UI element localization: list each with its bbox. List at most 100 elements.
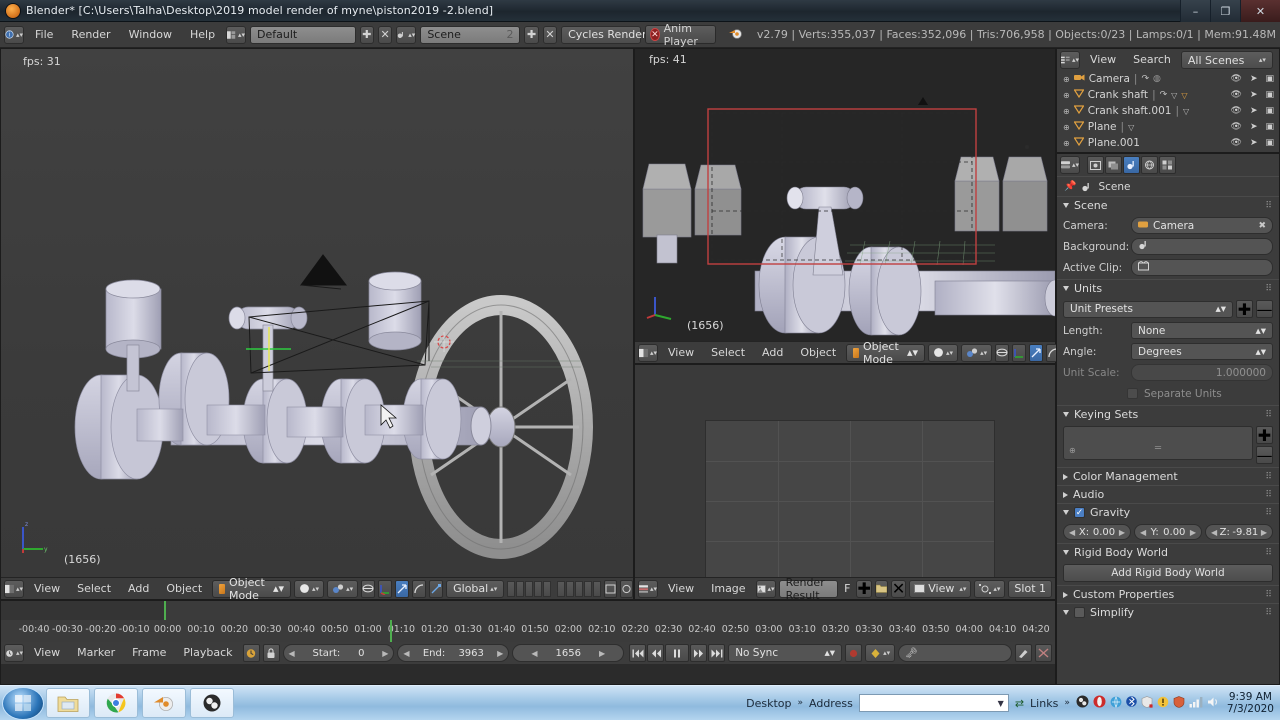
viewport-shading-selector[interactable]: ▴▾ <box>294 579 325 598</box>
section-scene-header[interactable]: Scene ⠿ <box>1057 196 1279 214</box>
section-custom-properties-header[interactable]: Custom Properties ⠿ <box>1057 585 1279 603</box>
renderability-camera-icon[interactable]: ▣ <box>1265 106 1274 116</box>
viewport-right-pivot-selector[interactable]: ▴▾ <box>961 343 993 362</box>
scene-active-clip-field[interactable] <box>1131 259 1273 276</box>
selectability-arrow-icon[interactable]: ➤ <box>1250 74 1258 84</box>
pivot-point-selector[interactable]: ▴▾ <box>327 579 359 598</box>
keying-sets-list[interactable]: ⊕ ═ <box>1063 426 1253 460</box>
renderability-camera-icon[interactable]: ▣ <box>1265 122 1274 132</box>
outliner-item-crank-shaft-001[interactable]: ⊕ Crank shaft.001 | ▽ 👁 ➤ ▣ <box>1057 103 1279 119</box>
add-preset-icon[interactable]: ✚ <box>1236 300 1253 319</box>
renderability-camera-icon[interactable]: ▣ <box>1265 90 1274 100</box>
layer-cell[interactable] <box>507 580 516 597</box>
simplify-checkbox[interactable] <box>1074 607 1085 618</box>
unit-presets-selector[interactable]: Unit Presets ▴▾ <box>1063 300 1233 318</box>
section-simplify-header[interactable]: Simplify ⠿ <box>1057 603 1279 621</box>
layer-cell[interactable] <box>557 580 566 597</box>
end-frame-field[interactable]: ◀ End: 3963 ▶ <box>397 644 510 662</box>
scale-manipulator-icon[interactable] <box>429 579 444 598</box>
timeline-editor[interactable]: -00:40 -00:30 -00:20 -00:10 00:00 00:10 00:20 0… <box>0 600 1056 685</box>
viewport-right-menu-select[interactable]: Select <box>704 344 752 362</box>
add-rigid-body-world-button[interactable]: Add Rigid Body World <box>1063 564 1273 582</box>
image-render-pass-icon[interactable]: ▴▾ <box>974 579 1006 598</box>
menu-help[interactable]: Help <box>183 26 222 44</box>
selectability-arrow-icon[interactable]: ➤ <box>1250 122 1258 132</box>
render-engine-selector[interactable]: Cycles Render ▴▾ <box>561 25 656 44</box>
timeline-menu-view[interactable]: View <box>27 644 67 662</box>
outliner-menu-view[interactable]: View <box>1083 51 1123 69</box>
scene-background-field[interactable] <box>1131 238 1273 255</box>
viewport-3d-left[interactable]: fps: 31 z y (1656) ▴▾ View Select Add Ob… <box>0 48 651 602</box>
selectability-arrow-icon[interactable]: ➤ <box>1250 106 1258 116</box>
image-browse-icon[interactable]: ▴▾ <box>755 579 776 598</box>
lock-time-icon[interactable] <box>262 644 280 662</box>
drag-grip-icon[interactable]: ⠿ <box>1265 490 1273 500</box>
list-grip-icon[interactable]: ═ <box>1155 443 1161 454</box>
tray-bluetooth-icon[interactable] <box>1126 695 1137 711</box>
taskbar-address-input[interactable]: ▼ <box>858 694 1009 712</box>
outliner-item-plane-001[interactable]: ⊕ Plane.001 👁 ➤ ▣ <box>1057 135 1279 151</box>
gravity-checkbox[interactable]: ✓ <box>1074 507 1085 518</box>
animation-data-icon[interactable]: ↷ <box>1160 90 1168 100</box>
viewport-left-menu-view[interactable]: View <box>27 580 67 598</box>
visibility-eye-icon[interactable]: 👁 <box>1231 106 1242 116</box>
section-units-header[interactable]: Units ⠿ <box>1057 279 1279 297</box>
increment-arrow-icon[interactable]: ▶ <box>497 649 503 658</box>
outliner-tree[interactable]: ⊕ Camera | ↷ ◍ 👁 ➤ ▣ ⊕ Crank shaft | ↷ ▽… <box>1057 71 1279 151</box>
renderability-camera-icon[interactable]: ▣ <box>1265 138 1274 148</box>
proportional-edit-right-icon[interactable] <box>995 343 1010 362</box>
editor-type-info-icon[interactable]: i ▴▾ <box>4 25 24 44</box>
anim-player-button[interactable]: ✕ Anim Player <box>645 22 716 48</box>
new-scene-icon[interactable]: ✚ <box>524 25 539 44</box>
mesh-data-icon[interactable]: ▽ <box>1183 107 1189 116</box>
layer-cell[interactable] <box>575 580 584 597</box>
viewport-3d-left-canvas[interactable]: fps: 31 z y (1656) <box>1 49 633 579</box>
decrement-arrow-icon[interactable]: ◀ <box>403 649 409 658</box>
timeline-menu-frame[interactable]: Frame <box>125 644 173 662</box>
clear-camera-icon[interactable]: ✖ <box>1258 221 1266 231</box>
increment-arrow-icon[interactable]: ▶ <box>1261 528 1267 537</box>
manipulator-toggle-right-icon[interactable] <box>1012 343 1027 362</box>
taskbar-address-go-icon[interactable]: ⇄ <box>1015 697 1024 710</box>
auto-keyframe-icon[interactable] <box>242 644 260 662</box>
drag-grip-icon[interactable]: ⠿ <box>1265 590 1273 600</box>
layer-cell[interactable] <box>593 580 602 597</box>
modifier-icon[interactable]: ▽ <box>1181 91 1187 100</box>
viewport-left-mode-selector[interactable]: Object Mode ▴▾ <box>212 576 292 602</box>
layer-cell[interactable] <box>525 580 534 597</box>
tray-opera-icon[interactable] <box>1093 695 1106 711</box>
keying-set-add-icon[interactable]: ⊕ <box>1069 446 1076 455</box>
current-frame-field[interactable]: ◀ 1656 ▶ <box>512 644 625 662</box>
selectability-arrow-icon[interactable]: ➤ <box>1250 138 1258 148</box>
increment-arrow-icon[interactable]: ▶ <box>1190 528 1196 537</box>
image-editor-canvas[interactable] <box>635 365 1055 577</box>
mesh-data-icon[interactable]: ▽ <box>1128 123 1134 132</box>
editor-type-timeline-icon[interactable]: ▴▾ <box>4 644 24 662</box>
increment-arrow-icon[interactable]: ▶ <box>1119 528 1125 537</box>
insert-keyframe-button[interactable] <box>1015 644 1032 662</box>
section-color-management-header[interactable]: Color Management ⠿ <box>1057 467 1279 485</box>
expand-toggle-icon[interactable]: ⊕ <box>1063 91 1070 100</box>
increment-arrow-icon[interactable]: ▶ <box>382 649 388 658</box>
tray-firewall-icon[interactable] <box>1173 695 1185 711</box>
image-editor-menu-image[interactable]: Image <box>704 580 752 598</box>
viewport-left-menu-select[interactable]: Select <box>70 580 118 598</box>
outliner-editor[interactable]: ▴▾ View Search All Scenes ▴▾ ⊕ Camera | <box>1056 48 1280 153</box>
close-icon[interactable]: ✕ <box>650 28 660 41</box>
scene-datablock-icon[interactable]: ▴▾ <box>396 25 417 44</box>
remove-preset-icon[interactable]: — <box>1256 300 1273 319</box>
manipulator-toggle-icon[interactable] <box>378 579 393 598</box>
delete-scene-icon[interactable]: ✕ <box>542 25 558 44</box>
outliner-display-mode-selector[interactable]: All Scenes ▴▾ <box>1180 51 1273 69</box>
render-slot-selector[interactable]: Slot 1 <box>1008 579 1052 598</box>
delete-keyframe-button[interactable] <box>1035 644 1052 662</box>
image-name-field[interactable]: Render Result <box>778 576 839 602</box>
taskbar-links-label[interactable]: Links <box>1030 697 1058 710</box>
tray-network-icon[interactable] <box>1189 696 1203 711</box>
fake-user-toggle[interactable]: F <box>841 580 853 598</box>
timeline-ruler[interactable]: -00:40 -00:30 -00:20 -00:10 00:00 00:10 00:20 0… <box>1 620 1055 642</box>
tray-warning-icon[interactable] <box>1157 696 1169 711</box>
pin-icon[interactable]: 📌 <box>1064 181 1076 192</box>
viewport-left-menu-object[interactable]: Object <box>159 580 209 598</box>
visibility-eye-icon[interactable]: 👁 <box>1231 138 1242 148</box>
